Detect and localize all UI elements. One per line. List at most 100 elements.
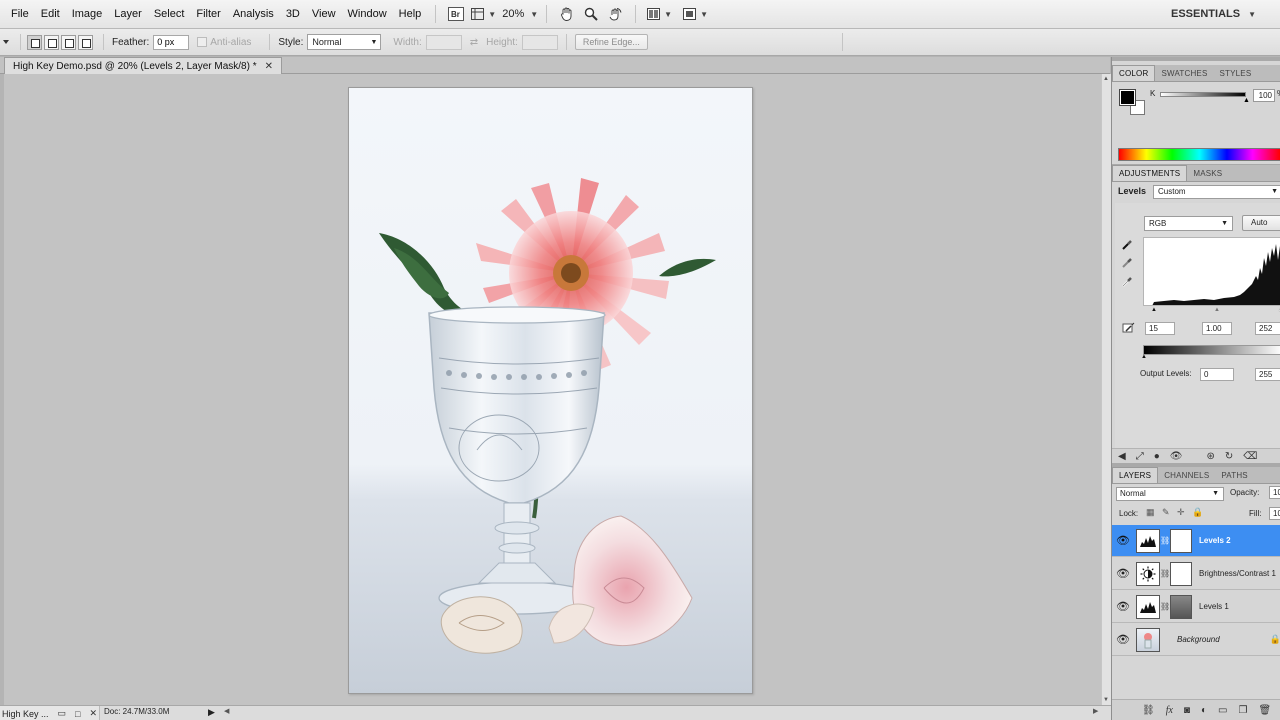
vertical-scrollbar[interactable]: ▲ ▼ [1101,74,1111,705]
tab-layers[interactable]: LAYERS [1112,467,1159,483]
k-channel-slider[interactable] [1160,92,1246,97]
zoom-level[interactable]: 20% [502,8,524,20]
layer-name[interactable]: Levels 1 [1199,602,1229,611]
black-point-eyedropper-icon[interactable] [1121,239,1133,254]
layer-style-icon[interactable]: fx [1166,705,1173,716]
intersect-selection-icon[interactable] [78,34,93,50]
clipping-preview-icon[interactable] [1122,322,1136,337]
toggle-visibility-icon[interactable]: 👁 [1170,451,1183,462]
output-black-slider[interactable]: ▲ [1141,354,1147,360]
link-layers-icon[interactable]: ⛓ [1142,705,1155,716]
scroll-left-icon[interactable]: ◀ [224,707,229,715]
menu-analysis[interactable]: Analysis [227,0,280,29]
new-layer-icon[interactable]: ❐ [1238,705,1247,716]
adjustment-preset-select[interactable]: Custom ▼ [1153,185,1280,199]
tab-channels[interactable]: CHANNELS [1158,467,1215,483]
feather-input[interactable] [153,34,190,50]
lock-position-icon[interactable]: ✛ [1177,507,1185,518]
k-channel-value[interactable]: 100 [1253,89,1275,102]
menu-layer[interactable]: Layer [108,0,148,29]
tab-masks[interactable]: MASKS [1187,165,1228,181]
delete-layer-icon[interactable]: 🗑 [1258,705,1271,716]
menu-3d[interactable]: 3D [280,0,306,29]
return-to-list-icon[interactable]: ◀ [1118,451,1126,462]
output-white-value[interactable]: 255 [1255,368,1280,381]
input-gamma-slider[interactable]: ▲ [1214,307,1220,313]
menu-edit[interactable]: Edit [35,0,66,29]
fill-input[interactable]: 100% [1269,507,1280,520]
layer-mask-thumbnail[interactable] [1170,561,1192,586]
delete-adjustment-icon[interactable]: ⌫ [1243,451,1257,462]
new-selection-icon[interactable] [27,34,42,50]
visibility-eye-icon[interactable]: 👁 [1112,567,1134,580]
output-black-value[interactable]: 0 [1200,368,1234,381]
chain-link-icon[interactable]: ⛓ [1160,602,1170,611]
input-white-value[interactable]: 252 [1255,322,1280,335]
menu-help[interactable]: Help [393,0,428,29]
panel-drag-bar[interactable] [1112,57,1280,61]
arrange-documents-icon[interactable]: ▼ [646,4,672,24]
lock-transparency-icon[interactable]: ▦ [1146,507,1155,518]
input-gamma-value[interactable]: 1.00 [1202,322,1232,335]
visibility-eye-icon[interactable]: 👁 [1112,534,1134,547]
anti-alias-checkbox[interactable] [197,37,208,47]
bridge-icon[interactable]: Br [446,4,466,24]
tab-adjustments[interactable]: ADJUSTMENTS [1112,165,1188,181]
close-icon[interactable]: ✕ [89,708,97,719]
maximize-icon[interactable]: □ [75,709,80,719]
layer-name[interactable]: Levels 2 [1199,536,1231,545]
screen-mode-icon[interactable]: ▼ [682,4,708,24]
menu-filter[interactable]: Filter [190,0,226,29]
color-spectrum-bar[interactable] [1118,148,1280,161]
workspace-switcher[interactable]: ESSENTIALS ▼ [1171,0,1256,29]
status-menu-icon[interactable]: ▶ [208,707,215,718]
lock-all-icon[interactable]: 🔒 [1192,507,1203,518]
restore-icon[interactable]: ▭ [58,708,67,719]
tab-color[interactable]: COLOR [1112,65,1156,81]
menu-view[interactable]: View [306,0,342,29]
style-select[interactable]: Normal ▼ [307,34,382,50]
view-previous-state-icon[interactable]: ⊛ [1206,451,1214,462]
close-icon[interactable]: ✕ [265,61,273,72]
layer-mask-thumbnail[interactable] [1170,594,1192,619]
tool-preset-icon[interactable] [2,38,16,46]
menu-image[interactable]: Image [66,0,109,29]
layer-row-levels-2[interactable]: 👁 ⛓ Levels 2 [1112,525,1280,557]
chain-link-icon[interactable]: ⛓ [1160,569,1170,578]
layer-row-levels-1[interactable]: 👁 ⛓ Levels 1 [1112,591,1280,623]
channel-select[interactable]: RGB ▼ [1144,216,1233,231]
visibility-eye-icon[interactable]: 👁 [1112,600,1134,613]
rotate-view-icon[interactable] [605,4,625,24]
input-black-point-slider[interactable]: ▲ [1151,307,1157,313]
input-black-value[interactable]: 15 [1145,322,1175,335]
document-tab[interactable]: High Key Demo.psd @ 20% (Levels 2, Layer… [4,57,282,74]
tab-swatches[interactable]: SWATCHES [1155,65,1213,81]
reset-icon[interactable]: ↻ [1225,451,1233,462]
chain-link-icon[interactable]: ⛓ [1160,536,1170,545]
menu-file[interactable]: File [0,0,35,29]
layer-name[interactable]: Brightness/Contrast 1 [1199,569,1276,578]
hand-tool-icon[interactable] [557,4,577,24]
lock-image-icon[interactable]: ✎ [1162,507,1170,518]
visibility-eye-icon[interactable]: 👁 [1112,633,1134,646]
menu-select[interactable]: Select [148,0,191,29]
refine-edge-button[interactable]: Refine Edge... [574,34,648,50]
expand-view-icon[interactable]: ⤢ [1136,451,1144,462]
document-canvas[interactable] [348,87,753,694]
menu-window[interactable]: Window [342,0,393,29]
k-slider-thumb-icon[interactable]: ▲ [1243,97,1250,104]
layer-row-background[interactable]: 👁 Background 🔒 [1112,624,1280,656]
subtract-from-selection-icon[interactable] [61,34,76,50]
foreground-color-swatch[interactable] [1119,89,1136,106]
tab-styles[interactable]: STYLES [1214,65,1258,81]
white-point-eyedropper-icon[interactable] [1121,276,1133,291]
auto-button[interactable]: Auto [1242,215,1280,231]
opacity-input[interactable]: 100% [1269,486,1280,499]
new-group-icon[interactable]: ▭ [1218,705,1227,716]
layer-row-brightness-contrast-1[interactable]: 👁 ⛓ Brightness/Contrast 1 [1112,558,1280,590]
new-adjustment-layer-icon[interactable]: ◐ [1201,705,1207,716]
zoom-tool-icon[interactable] [581,4,601,24]
zoom-dropdown-icon[interactable]: ▼ [530,10,538,19]
view-extras-icon[interactable]: ▼ [470,4,496,24]
layer-mask-thumbnail[interactable] [1170,528,1192,553]
